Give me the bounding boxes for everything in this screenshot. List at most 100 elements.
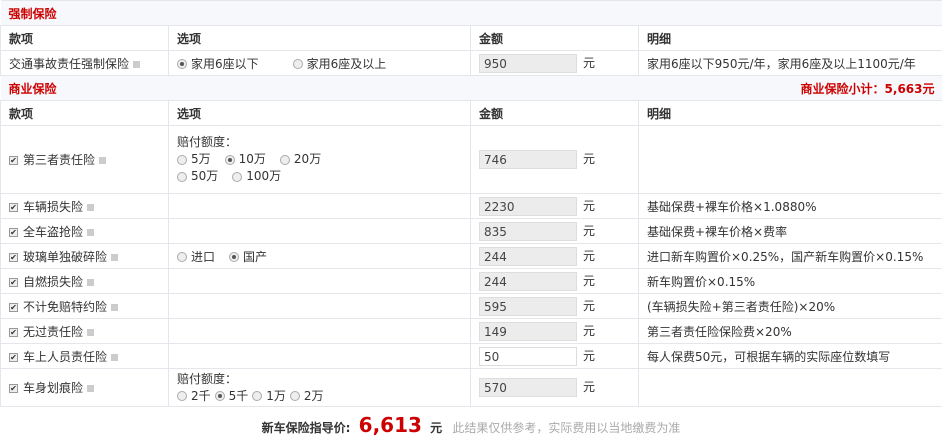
unit: 元 <box>583 349 595 363</box>
unit: 元 <box>583 380 595 394</box>
total-unit: 元 <box>430 421 442 435</box>
radio-option[interactable]: 进口 <box>177 248 215 265</box>
options-cell <box>169 294 471 319</box>
help-icon[interactable] <box>87 385 94 392</box>
header-option: 选项 <box>169 26 471 51</box>
radio-icon <box>177 391 187 401</box>
table-row: ✔ 第三者责任险 赔付额度： 5万 10万 20万 50万 100万 746 元 <box>1 126 942 194</box>
subtotal: 商业保险小计：5,663元 <box>801 80 935 97</box>
help-icon[interactable] <box>111 304 118 311</box>
table-row: ✔无过责任险149元第三者责任险保险费×20% <box>1 319 942 344</box>
item-name: 全车盗抢险 <box>23 225 83 239</box>
help-icon[interactable] <box>87 204 94 211</box>
radio-option[interactable]: 5万 <box>177 151 211 168</box>
header-option: 选项 <box>169 101 471 126</box>
table-row: ✔玻璃单独破碎险进口国产244元进口新车购置价×0.25%，国产新车购置价×0.… <box>1 244 942 269</box>
table-row: ✔ 车身划痕险 赔付额度： 2千5千1万2万 570 元 <box>1 369 942 407</box>
options-cell <box>169 269 471 294</box>
checkbox[interactable]: ✔ <box>9 353 18 362</box>
detail: 基础保费+裸车价格×费率 <box>639 219 942 244</box>
radio-option[interactable]: 100万 <box>232 168 281 185</box>
item-name: 车身划痕险 <box>23 381 83 395</box>
amount-field[interactable]: 50 <box>479 347 577 366</box>
help-icon[interactable] <box>87 229 94 236</box>
radio-option[interactable]: 5千 <box>215 388 249 405</box>
table-row: ✔ 全车盗抢险 835 元 基础保费+裸车价格×费率 <box>1 219 942 244</box>
item-name: 车辆损失险 <box>23 200 83 214</box>
radio-icon <box>252 391 262 401</box>
item-name: 交通事故责任强制保险 <box>9 57 129 71</box>
radio-icon <box>293 59 303 69</box>
amount-field[interactable]: 149 <box>479 322 577 341</box>
help-icon[interactable] <box>87 279 94 286</box>
radio-icon <box>177 59 187 69</box>
radio-option[interactable]: 2千 <box>177 388 211 405</box>
help-icon[interactable] <box>111 254 118 261</box>
radio-icon <box>280 155 290 165</box>
header-detail: 明细 <box>639 26 942 51</box>
footer: 新车保险指导价: 6,613 元 此结果仅供参考，实际费用以当地缴费为准 <box>0 407 942 437</box>
help-icon[interactable] <box>87 329 94 336</box>
section-title-commercial: 商业保险 <box>9 82 57 96</box>
amount-field[interactable]: 835 <box>479 222 577 241</box>
radio-icon <box>177 155 187 165</box>
help-icon[interactable] <box>133 61 140 68</box>
unit: 元 <box>583 199 595 213</box>
unit: 元 <box>583 224 595 238</box>
item-name: 无过责任险 <box>23 325 83 339</box>
radio-option[interactable]: 家用6座以下 <box>177 55 259 72</box>
amount-field[interactable]: 244 <box>479 272 577 291</box>
amount-field[interactable]: 570 <box>479 378 577 397</box>
checkbox[interactable]: ✔ <box>9 156 18 165</box>
checkbox[interactable]: ✔ <box>9 253 18 262</box>
header-item: 款项 <box>1 101 169 126</box>
checkbox[interactable]: ✔ <box>9 203 18 212</box>
radio-icon <box>232 172 242 182</box>
checkbox[interactable]: ✔ <box>9 384 18 393</box>
amount-field[interactable]: 595 <box>479 297 577 316</box>
radio-option[interactable]: 国产 <box>229 248 267 265</box>
radio-option[interactable]: 50万 <box>177 168 218 185</box>
item-name: 自燃损失险 <box>23 275 83 289</box>
amount-field[interactable]: 2230 <box>479 197 577 216</box>
radio-option[interactable]: 家用6座及以上 <box>293 55 387 72</box>
radio-option[interactable]: 1万 <box>252 388 286 405</box>
detail: 新车购置价×0.15% <box>639 269 942 294</box>
options-cell <box>169 194 471 219</box>
radio-icon <box>177 252 187 262</box>
options-cell <box>169 319 471 344</box>
payout-label: 赔付额度： <box>177 134 462 151</box>
radio-icon <box>229 252 239 262</box>
table-row: ✔自燃损失险244元新车购置价×0.15% <box>1 269 942 294</box>
unit: 元 <box>583 152 595 166</box>
header-item: 款项 <box>1 26 169 51</box>
detail: (车辆损失险+第三者责任险)×20% <box>639 294 942 319</box>
help-icon[interactable] <box>111 354 118 361</box>
total-label: 新车保险指导价: <box>262 421 351 435</box>
payout-label: 赔付额度： <box>177 371 462 388</box>
options-cell <box>169 219 471 244</box>
radio-option[interactable]: 20万 <box>280 151 321 168</box>
header-amount: 金额 <box>471 26 639 51</box>
checkbox[interactable]: ✔ <box>9 303 18 312</box>
radio-option[interactable]: 2万 <box>290 388 324 405</box>
checkbox[interactable]: ✔ <box>9 328 18 337</box>
item-name: 第三者责任险 <box>23 153 95 167</box>
amount-field[interactable]: 244 <box>479 247 577 266</box>
section-title-compulsory: 强制保险 <box>1 1 942 26</box>
detail: 家用6座以下950元/年，家用6座及以上1100元/年 <box>639 51 942 76</box>
unit: 元 <box>583 56 595 70</box>
item-name: 玻璃单独破碎险 <box>23 250 107 264</box>
table-row: ✔车上人员责任险50元每人保费50元，可根据车辆的实际座位数填写 <box>1 344 942 369</box>
help-icon[interactable] <box>99 157 106 164</box>
checkbox[interactable]: ✔ <box>9 228 18 237</box>
radio-icon <box>215 391 225 401</box>
radio-option[interactable]: 10万 <box>225 151 266 168</box>
total-price: 6,613 <box>359 413 422 437</box>
amount-field[interactable]: 950 <box>479 54 577 73</box>
checkbox[interactable]: ✔ <box>9 278 18 287</box>
item-name: 不计免赔特约险 <box>23 300 107 314</box>
item-name: 车上人员责任险 <box>23 350 107 364</box>
amount-field[interactable]: 746 <box>479 150 577 169</box>
unit: 元 <box>583 299 595 313</box>
